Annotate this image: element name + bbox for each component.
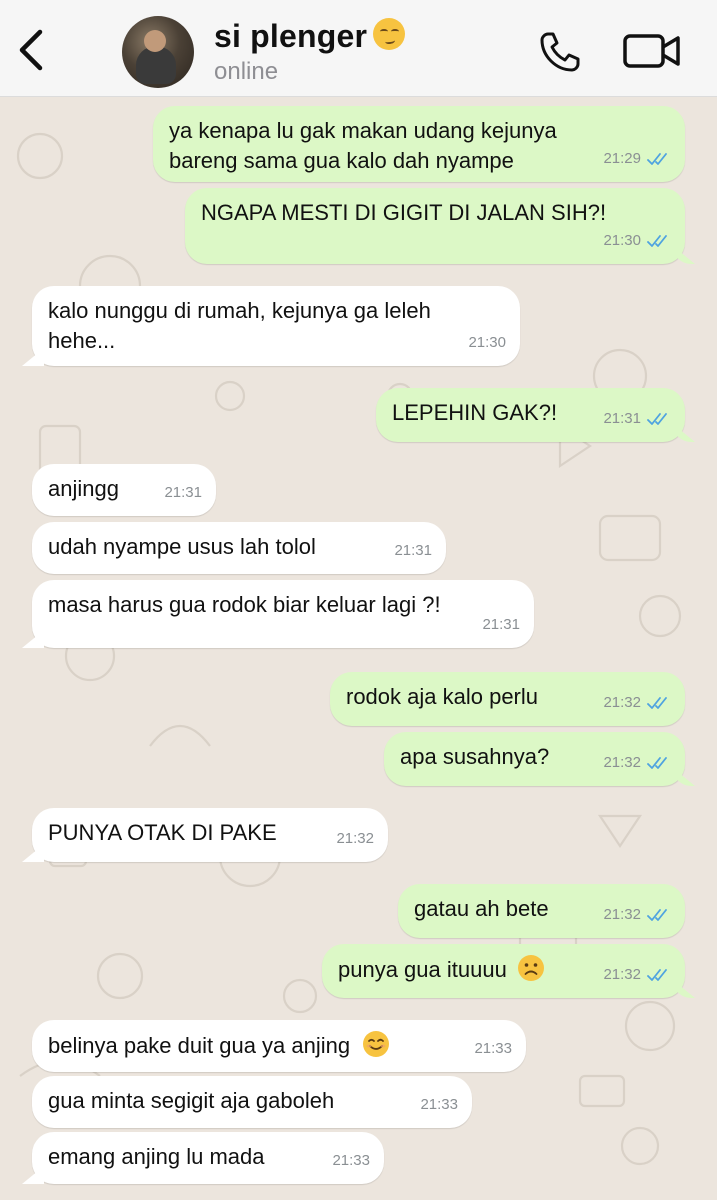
message-bubble-incoming[interactable]: kalo nunggu di rumah, kejunya ga leleh h…: [32, 286, 520, 366]
message-text: rodok aja kalo perlu: [346, 684, 539, 709]
message-text: NGAPA MESTI DI GIGIT DI JALAN SIH?!: [201, 200, 607, 225]
message-text: PUNYA OTAK DI PAKE: [48, 820, 277, 845]
message-bubble-outgoing[interactable]: punya gua ituuuu 21:32: [322, 944, 685, 998]
message-text: kalo nunggu di rumah, kejunya ga leleh h…: [48, 298, 431, 353]
read-double-check-icon: [647, 697, 667, 709]
message-text: gatau ah bete: [414, 896, 549, 921]
message-text: apa susahnya?: [400, 744, 550, 769]
phone-icon[interactable]: [536, 28, 584, 76]
message-time: 21:32: [603, 966, 641, 983]
message-time: 21:29: [603, 150, 641, 167]
chat-header: si plenger online: [0, 0, 717, 97]
message-text: gua minta segigit aja gaboleh: [48, 1088, 335, 1113]
frowning-face-emoji-icon: [517, 955, 544, 981]
message-bubble-outgoing[interactable]: rodok aja kalo perlu 21:32: [330, 672, 685, 726]
video-camera-icon[interactable]: [622, 30, 682, 72]
read-double-check-icon: [647, 757, 667, 769]
message-text: LEPEHIN GAK?!: [392, 400, 558, 425]
message-bubble-outgoing[interactable]: NGAPA MESTI DI GIGIT DI JALAN SIH?! 21:3…: [185, 188, 685, 264]
message-bubble-outgoing[interactable]: gatau ah bete 21:32: [398, 884, 685, 938]
contact-avatar[interactable]: [122, 16, 194, 88]
message-bubble-incoming[interactable]: PUNYA OTAK DI PAKE 21:32: [32, 808, 388, 862]
message-time: 21:31: [164, 484, 202, 501]
message-time: 21:32: [603, 694, 641, 711]
message-time: 21:30: [468, 334, 506, 351]
read-double-check-icon: [647, 153, 667, 165]
message-bubble-incoming[interactable]: belinya pake duit gua ya anjing 21:33: [32, 1020, 526, 1072]
message-bubble-incoming[interactable]: anjingg 21:31: [32, 464, 216, 516]
message-text: belinya pake duit gua ya anjing: [48, 1033, 351, 1058]
smiling-face-emoji-icon: [363, 1031, 390, 1057]
message-time: 21:32: [336, 830, 374, 847]
relieved-face-emoji-icon: [373, 18, 406, 50]
message-text: udah nyampe usus lah tolol: [48, 534, 316, 559]
message-text: anjingg: [48, 476, 119, 501]
message-time: 21:32: [603, 906, 641, 923]
message-text: emang anjing lu mada: [48, 1144, 265, 1169]
read-double-check-icon: [647, 235, 667, 247]
chat-thread[interactable]: ya kenapa lu gak makan udang kejunya bar…: [0, 96, 717, 1200]
message-time: 21:31: [603, 410, 641, 427]
message-bubble-incoming[interactable]: masa harus gua rodok biar keluar lagi ?!…: [32, 580, 534, 648]
contact-status: online: [214, 58, 279, 85]
message-bubble-incoming[interactable]: gua minta segigit aja gaboleh 21:33: [32, 1076, 472, 1128]
message-text: punya gua ituuuu: [338, 957, 507, 982]
message-bubble-outgoing[interactable]: apa susahnya? 21:32: [384, 732, 685, 786]
message-text: ya kenapa lu gak makan udang kejunya bar…: [169, 118, 557, 173]
message-time: 21:33: [332, 1152, 370, 1169]
message-text: masa harus gua rodok biar keluar lagi ?!: [48, 592, 441, 617]
message-time: 21:33: [420, 1096, 458, 1113]
contact-title[interactable]: si plenger: [214, 18, 406, 55]
read-double-check-icon: [647, 413, 667, 425]
message-bubble-incoming[interactable]: emang anjing lu mada 21:33: [32, 1132, 384, 1184]
message-bubble-incoming[interactable]: udah nyampe usus lah tolol 21:31: [32, 522, 446, 574]
read-double-check-icon: [647, 909, 667, 921]
contact-name[interactable]: si plenger: [214, 18, 367, 55]
message-time: 21:31: [482, 616, 520, 633]
message-time: 21:33: [474, 1040, 512, 1057]
message-time: 21:32: [603, 754, 641, 771]
message-time: 21:30: [603, 232, 641, 249]
read-double-check-icon: [647, 969, 667, 981]
message-bubble-outgoing[interactable]: ya kenapa lu gak makan udang kejunya bar…: [153, 106, 685, 182]
message-time: 21:31: [394, 542, 432, 559]
back-chevron-icon[interactable]: [14, 28, 50, 72]
message-bubble-outgoing[interactable]: LEPEHIN GAK?! 21:31: [376, 388, 685, 442]
